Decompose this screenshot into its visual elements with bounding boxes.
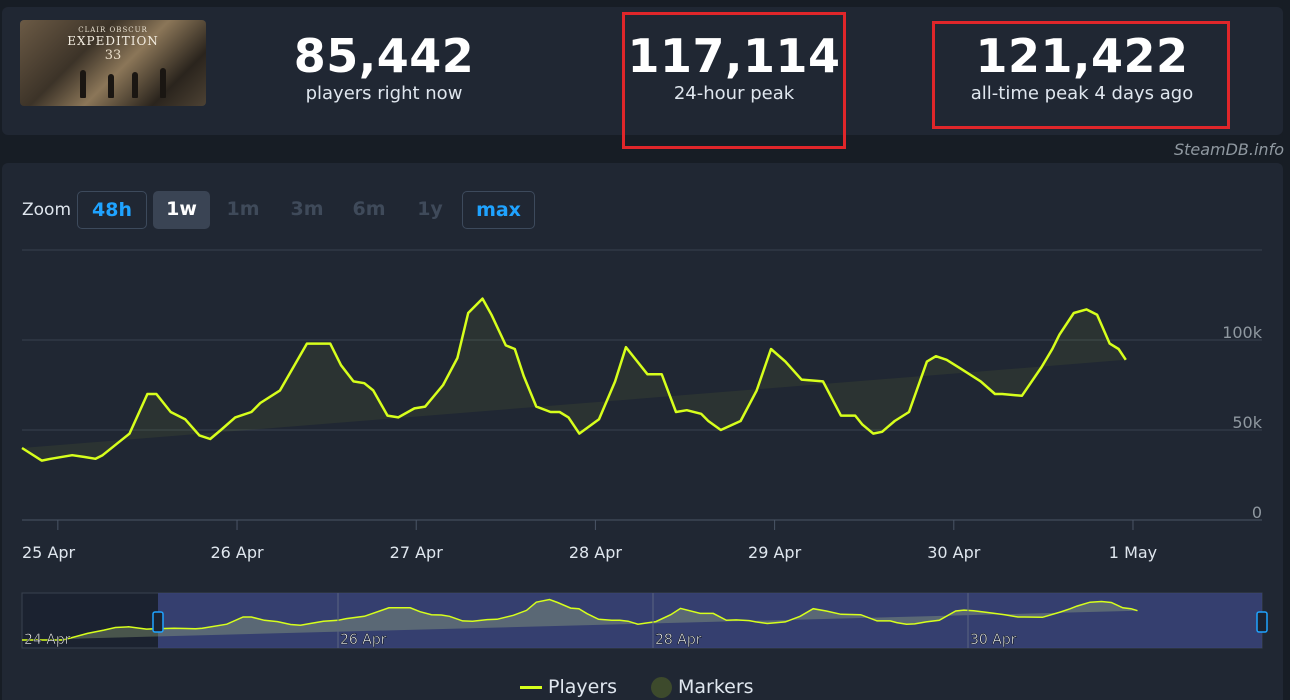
legend-marker-swatch [651,677,672,698]
players-series-line [21,297,1127,462]
legend-markers-label: Markers [678,676,754,698]
x-tick-label: 1 May [1109,543,1157,562]
x-tick-label: 27 Apr [390,543,444,562]
x-tick-label: 28 Apr [569,543,623,562]
legend-markers[interactable]: Markers [651,676,754,698]
x-tick-label: 30 Apr [927,543,981,562]
legend-players[interactable]: Players [520,676,617,698]
x-tick-label: 29 Apr [748,543,802,562]
navigator-tick-label: 24 Apr [24,632,71,648]
y-tick-label: 50k [1232,413,1262,432]
players-area [22,298,1126,461]
legend-players-label: Players [548,676,618,698]
navigator-tick-label: 30 Apr [970,632,1017,648]
navigator-tick-label: 26 Apr [340,632,387,648]
navigator-handle[interactable] [152,611,164,633]
navigator-tick-label: 28 Apr [655,632,702,648]
player-count-chart[interactable]: 0 50k 100k 25 Apr 26 Apr 27 Apr 28 Apr 29 Apr 3… [0,0,1290,700]
y-tick-label: 0 [1252,503,1262,522]
x-tick-label: 26 Apr [210,543,264,562]
navigator-handle[interactable] [1256,611,1268,633]
legend-line-swatch [520,686,542,689]
y-tick-label: 100k [1222,323,1263,342]
x-tick-label: 25 Apr [22,543,76,562]
